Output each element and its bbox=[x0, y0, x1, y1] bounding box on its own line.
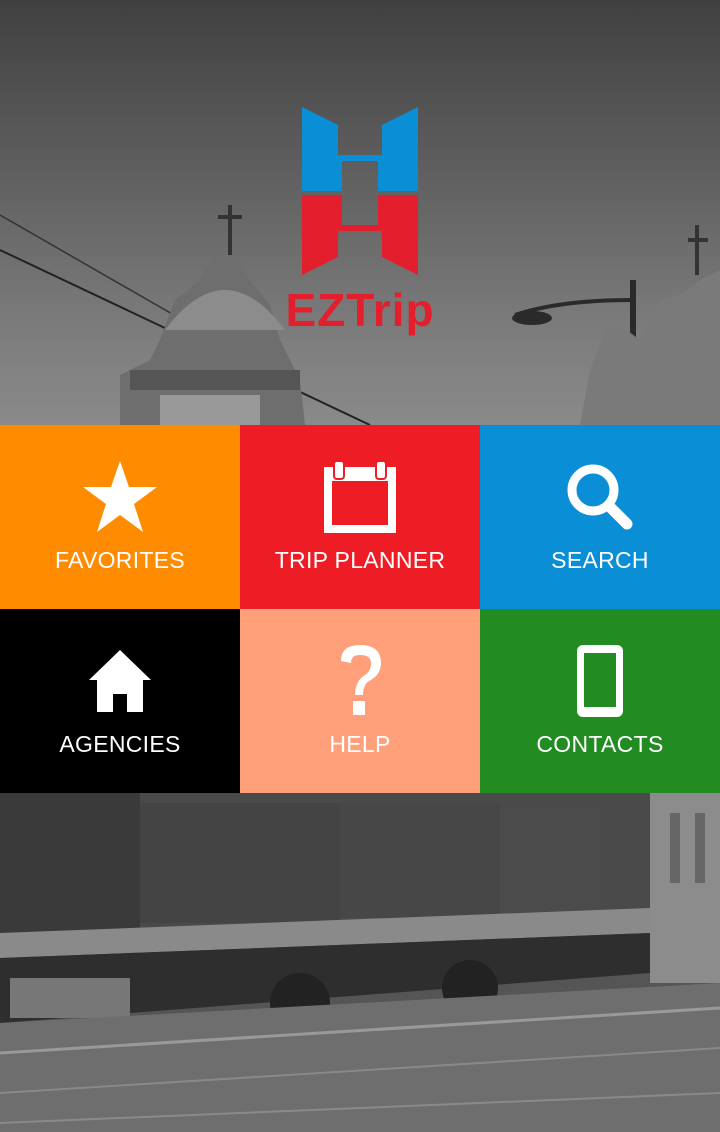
trip-planner-button[interactable]: TRIP PLANNER bbox=[240, 425, 480, 609]
footer-background-image bbox=[0, 793, 720, 1132]
contacts-button[interactable]: CONTACTS bbox=[480, 609, 720, 793]
main-menu-grid: FAVORITES TRIP PLANNER SEARCH AGENCIES H… bbox=[0, 425, 720, 793]
favorites-button[interactable]: FAVORITES bbox=[0, 425, 240, 609]
favorites-label: FAVORITES bbox=[54, 547, 186, 573]
help-label: HELP bbox=[329, 731, 391, 757]
help-button[interactable]: HELP bbox=[240, 609, 480, 793]
home-icon bbox=[80, 641, 160, 721]
contacts-label: CONTACTS bbox=[536, 731, 664, 757]
calendar-icon bbox=[320, 457, 400, 537]
search-label: SEARCH bbox=[551, 547, 649, 573]
search-icon bbox=[560, 457, 640, 537]
star-icon bbox=[80, 457, 160, 537]
eztrip-logo-icon bbox=[302, 107, 418, 275]
tram-silhouette bbox=[0, 793, 720, 1132]
agencies-button[interactable]: AGENCIES bbox=[0, 609, 240, 793]
app-logo: EZTrip bbox=[0, 105, 720, 345]
search-button[interactable]: SEARCH bbox=[480, 425, 720, 609]
app-name: EZTrip bbox=[285, 284, 435, 336]
agencies-label: AGENCIES bbox=[59, 731, 181, 757]
phone-icon bbox=[560, 641, 640, 721]
trip-planner-label: TRIP PLANNER bbox=[274, 547, 446, 573]
question-icon bbox=[320, 641, 400, 721]
